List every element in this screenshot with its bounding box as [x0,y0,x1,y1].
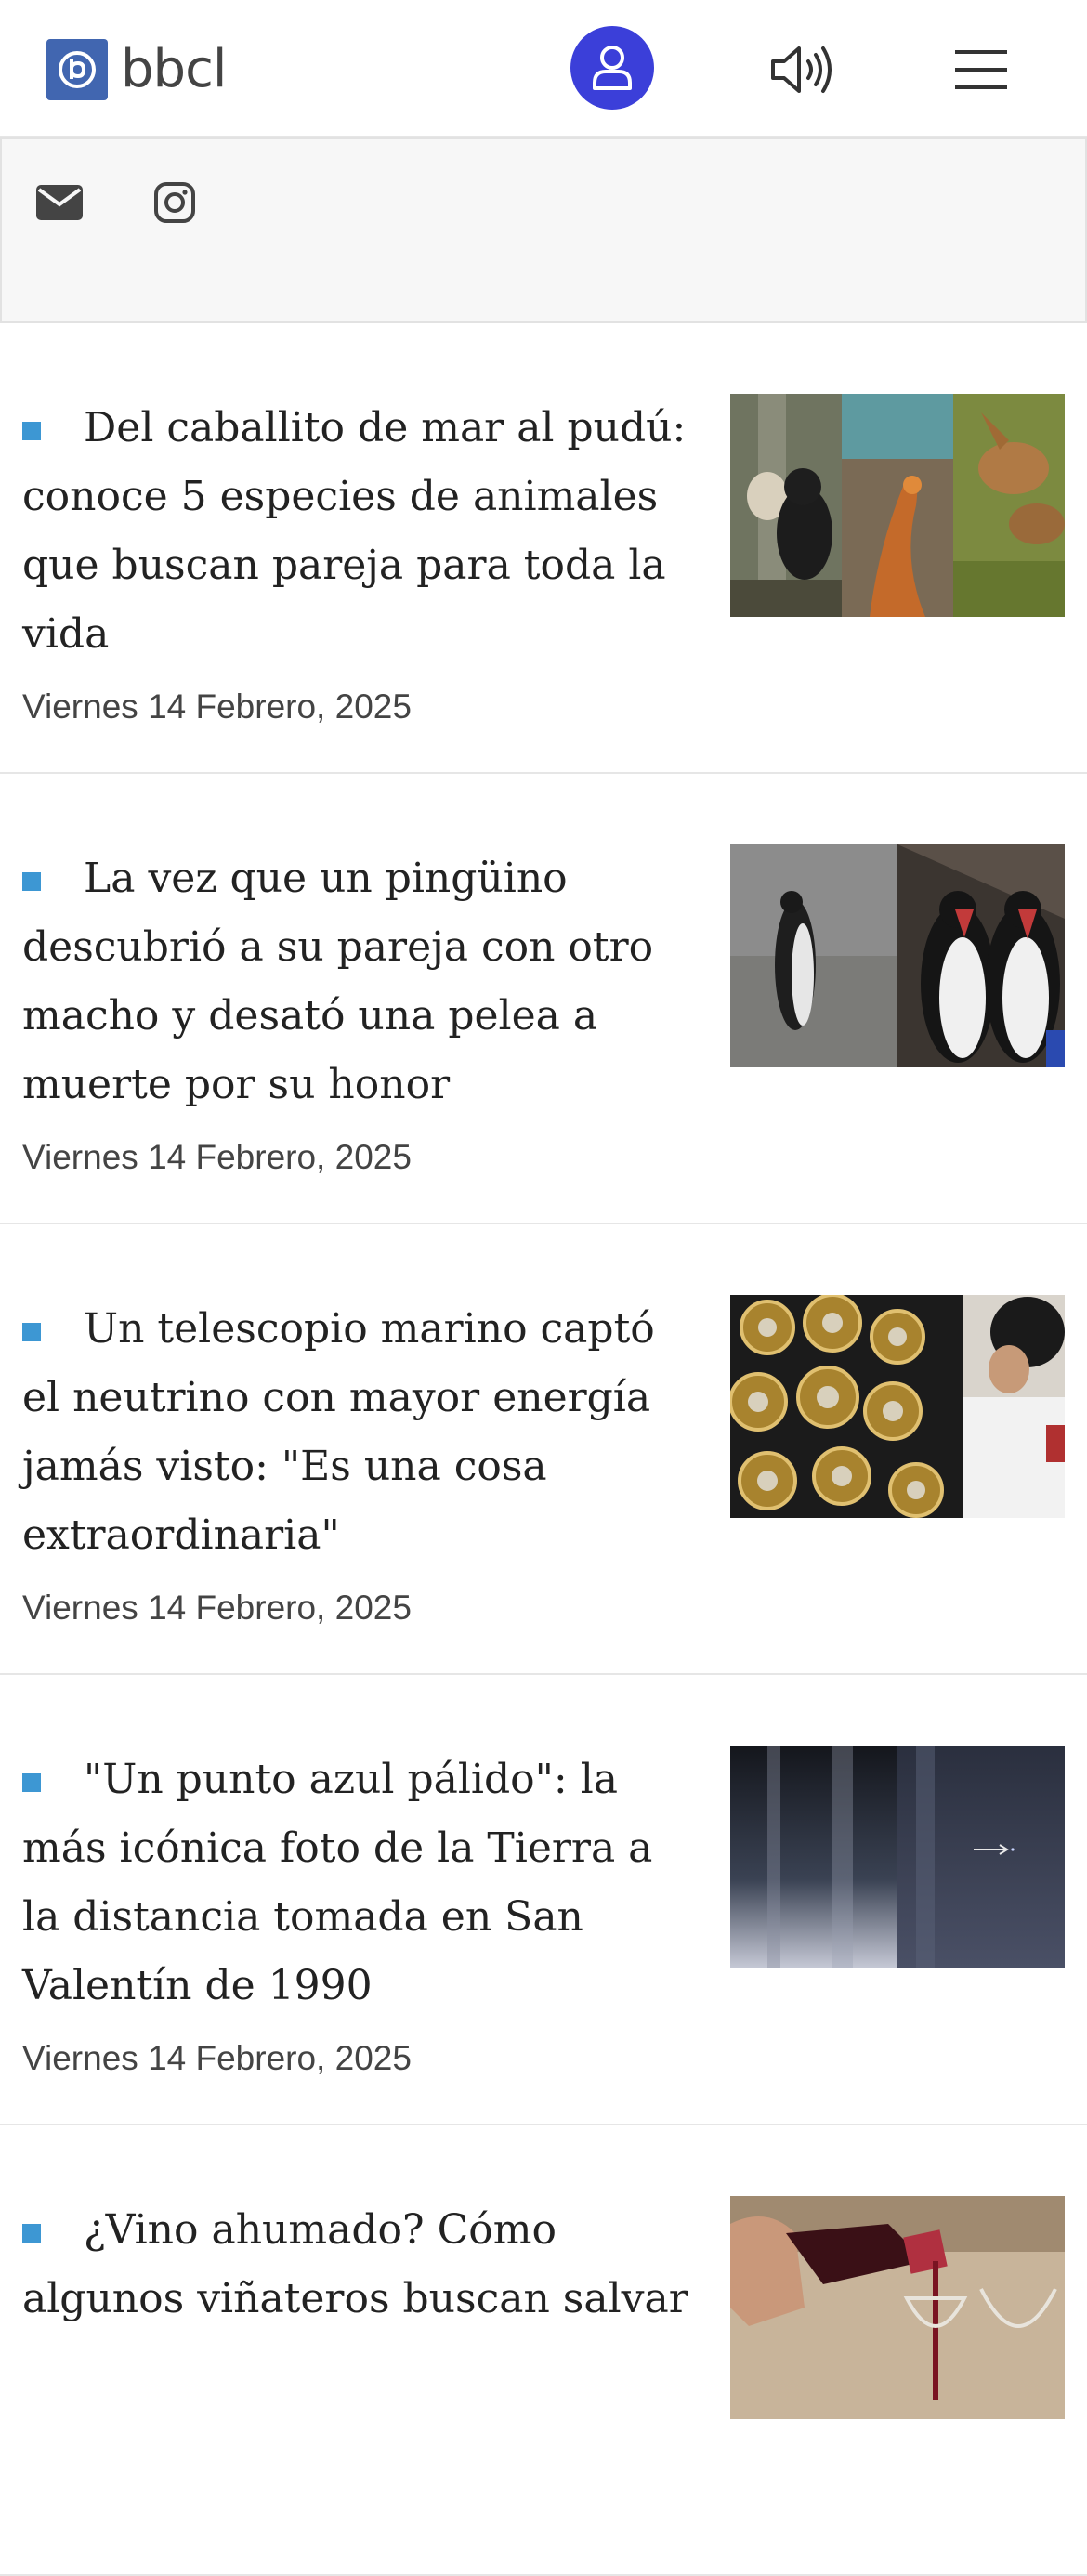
animals-collage-image [730,394,1065,617]
article-thumbnail[interactable] [730,2196,1065,2419]
article-thumbnail[interactable] [730,1746,1065,1968]
article-item[interactable]: La vez que un pingüino descubrió a su pa… [0,774,1087,1224]
top-header: bbcl [0,0,1087,137]
article-title[interactable]: La vez que un pingüino descubrió a su pa… [22,844,691,1119]
article-item[interactable]: "Un punto azul pálido": la más icónica f… [0,1675,1087,2125]
article-thumbnail[interactable] [730,844,1065,1067]
mail-icon [36,185,83,220]
social-links-bar [0,137,1087,323]
article-item[interactable]: ¿Vino ahumado? Cómo algunos viñateros bu… [0,2125,1087,2576]
user-account-button[interactable] [570,26,654,110]
penguins-image [730,844,1065,1067]
article-title[interactable]: ¿Vino ahumado? Cómo algunos viñateros bu… [22,2196,691,2334]
article-item[interactable]: Un telescopio marino captó el neutrino c… [0,1224,1087,1675]
mail-link[interactable] [33,177,85,229]
hamburger-menu-icon [955,50,1007,89]
user-icon [593,46,632,90]
article-date: Viernes 14 Febrero, 2025 [22,2039,412,2077]
instagram-link[interactable] [149,177,201,229]
article-title[interactable]: Un telescopio marino captó el neutrino c… [22,1295,691,1570]
article-date: Viernes 14 Febrero, 2025 [22,1589,412,1627]
article-list: Del caballito de mar al pudú: conoce 5 e… [0,323,1087,2576]
audio-button[interactable] [767,37,838,102]
article-title[interactable]: "Un punto azul pálido": la más icónica f… [22,1746,691,2020]
speaker-icon [771,46,832,93]
article-thumbnail[interactable] [730,1295,1065,1518]
article-item[interactable]: Del caballito de mar al pudú: conoce 5 e… [0,323,1087,774]
menu-button[interactable] [951,37,1011,102]
logo-text: bbcl [121,39,227,99]
article-title[interactable]: Del caballito de mar al pudú: conoce 5 e… [22,394,691,669]
article-date: Viernes 14 Febrero, 2025 [22,687,412,726]
article-thumbnail[interactable] [730,394,1065,617]
site-logo[interactable]: bbcl [46,39,227,100]
logo-mark-icon [46,39,108,100]
pale-blue-dot-image [730,1746,1065,1968]
article-date: Viernes 14 Febrero, 2025 [22,1138,412,1176]
wine-pouring-image [730,2196,1065,2419]
telescope-sensors-image [730,1295,1065,1518]
instagram-icon [154,182,195,223]
